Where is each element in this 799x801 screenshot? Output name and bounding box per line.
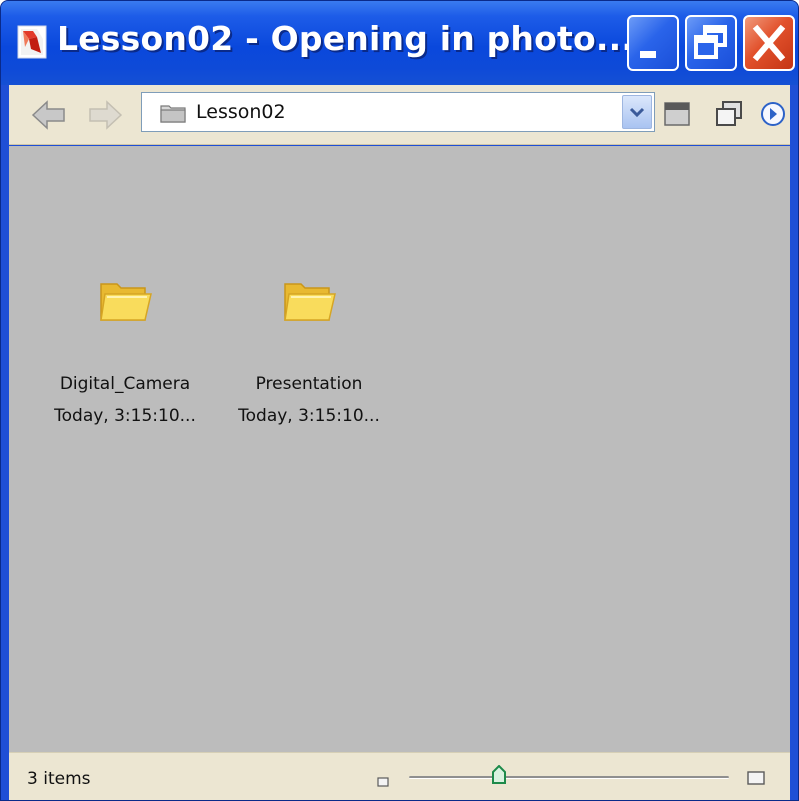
address-value: Lesson02 (196, 101, 286, 123)
folder-item[interactable]: Presentation Today, 3:15:10... (219, 274, 399, 426)
thumbnail-large-icon[interactable] (747, 770, 765, 785)
minimize-icon (640, 51, 656, 58)
title-bar[interactable]: Lesson02 - Opening in photo... (1, 1, 798, 85)
folder-icon (160, 103, 186, 123)
compact-mode-icon[interactable] (661, 99, 693, 129)
item-count: 3 items (27, 769, 91, 789)
thumbnail-small-icon[interactable] (377, 772, 389, 787)
item-name: Presentation (255, 374, 363, 394)
folder-icon (281, 274, 337, 326)
thumbnail-size-slider[interactable] (409, 776, 729, 779)
forward-arrow-icon[interactable] (87, 99, 123, 131)
menu-arrow-icon[interactable] (757, 99, 789, 129)
minimize-button[interactable] (627, 15, 679, 71)
status-bar: 3 items (9, 752, 790, 800)
close-button[interactable] (743, 15, 795, 71)
item-name: Digital_Camera (59, 374, 191, 394)
bridge-window: Lesson02 - Opening in photo... Lesson02 … (0, 0, 799, 801)
back-arrow-icon[interactable] (31, 99, 67, 131)
adobe-bridge-icon (17, 25, 47, 59)
item-date: Today, 3:15:10... (54, 406, 196, 426)
folder-icon (97, 274, 153, 326)
address-bar[interactable]: Lesson02 (141, 92, 655, 132)
content-panel[interactable]: Digital_Camera Today, 3:15:10... Present… (9, 146, 790, 752)
window-title: Lesson02 - Opening in photo... (57, 19, 635, 58)
switch-window-icon[interactable] (713, 99, 745, 129)
folder-item[interactable]: Digital_Camera Today, 3:15:10... (35, 274, 215, 426)
restore-button[interactable] (685, 15, 737, 71)
slider-thumb[interactable] (491, 764, 507, 785)
navigation-toolbar: Lesson02 (9, 85, 790, 145)
item-date: Today, 3:15:10... (238, 406, 380, 426)
restore-icon (694, 25, 727, 59)
address-dropdown-button[interactable] (622, 95, 652, 129)
chevron-down-icon (629, 107, 645, 118)
close-icon (752, 24, 786, 62)
